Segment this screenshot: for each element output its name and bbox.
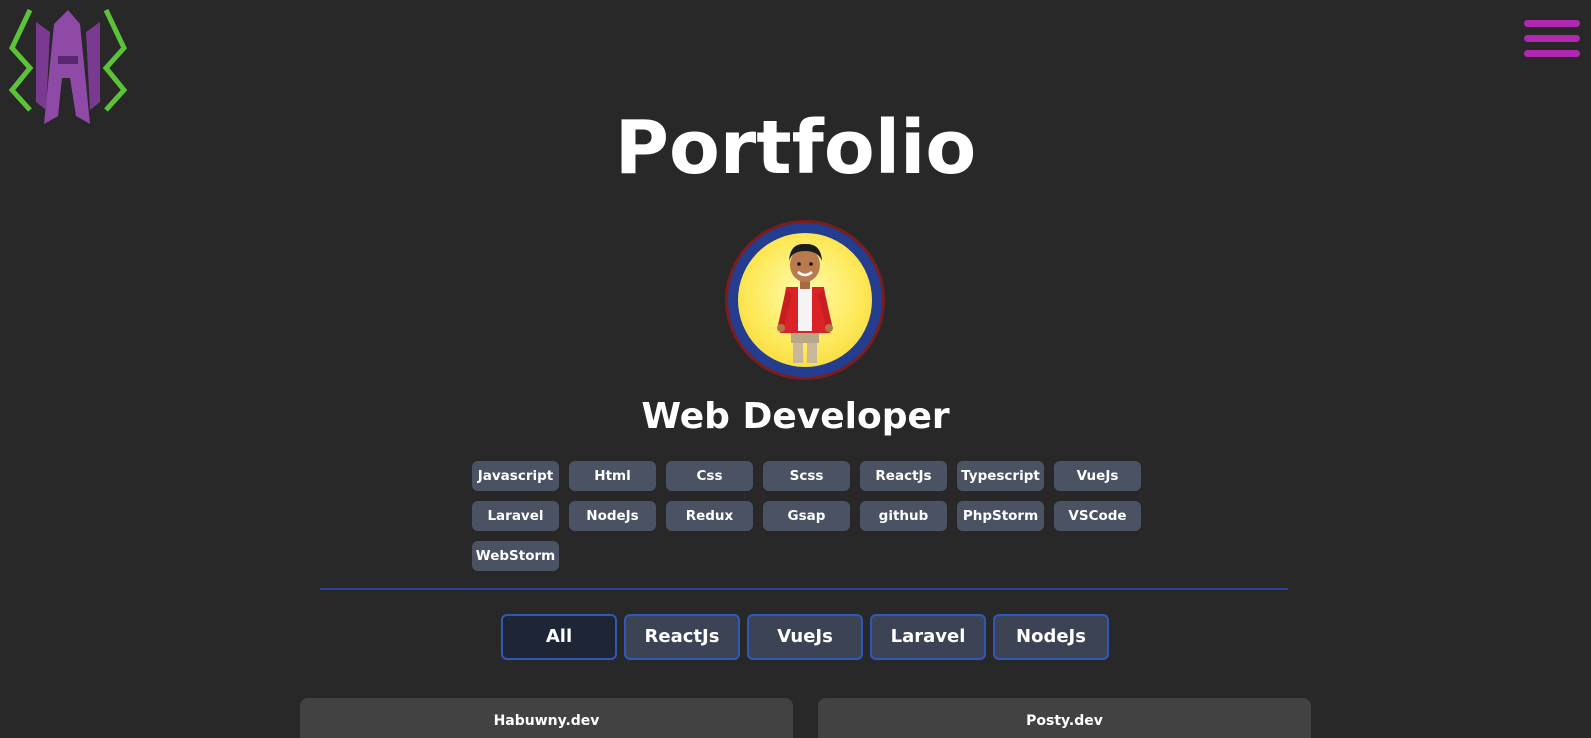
filter-reactjs-button[interactable]: ReactJs [624,614,740,660]
skills-list: Javascript Html Css Scss ReactJs Typescr… [472,461,1142,571]
menu-button[interactable] [1524,20,1580,62]
skill-tag: ReactJs [860,461,947,491]
skill-tag: Laravel [472,501,559,531]
skill-tag: Css [666,461,753,491]
skill-tag: VueJs [1054,461,1141,491]
filter-nodejs-button[interactable]: NodeJs [993,614,1109,660]
section-divider [320,588,1288,590]
skill-tag: PhpStorm [957,501,1044,531]
subtitle: Web Developer [641,396,950,437]
page-title: Portfolio [614,105,977,191]
filter-vuejs-button[interactable]: VueJs [747,614,863,660]
skill-tag: VSCode [1054,501,1141,531]
skill-tag: Typescript [957,461,1044,491]
project-card-title: Posty.dev [1026,713,1103,729]
skill-tag: Html [569,461,656,491]
project-card[interactable]: Posty.dev [818,698,1311,738]
skill-tag: Scss [763,461,850,491]
skill-tag: Redux [666,501,753,531]
filter-all-button[interactable]: All [501,614,617,660]
project-card[interactable]: Habuwny.dev [300,698,793,738]
skill-tag: Javascript [472,461,559,491]
project-card-title: Habuwny.dev [493,713,600,729]
avatar [725,220,885,380]
skill-tag: github [860,501,947,531]
skill-tag: Gsap [763,501,850,531]
cartoon-avatar-image [777,243,833,363]
filter-laravel-button[interactable]: Laravel [870,614,986,660]
filter-tabs: All ReactJs VueJs Laravel NodeJs [501,614,1109,660]
skill-tag: NodeJs [569,501,656,531]
skill-tag: WebStorm [472,541,559,571]
